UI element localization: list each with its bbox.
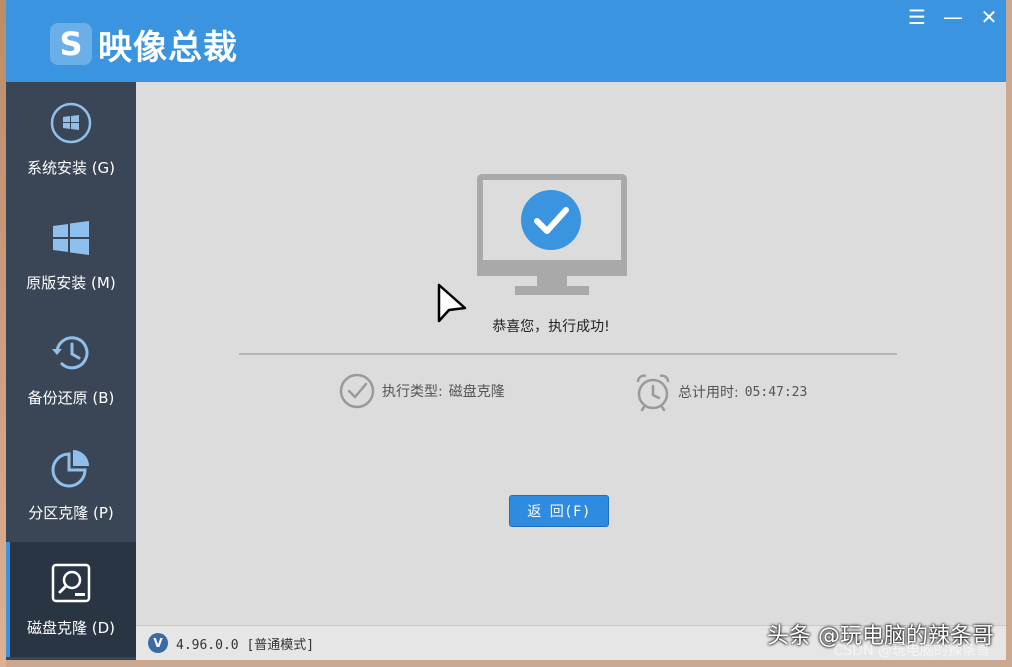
sidebar-item-label: 系统安装 (G)	[26, 159, 116, 177]
total-time-info: 总计用时: 05:47:23	[634, 372, 807, 412]
pie-chart-icon	[51, 450, 89, 488]
logo-icon: S	[50, 23, 92, 65]
sidebar-item-label: 磁盘克隆 (D)	[26, 619, 116, 637]
sidebar-item-partition-clone[interactable]: 分区克隆 (P)	[6, 427, 136, 542]
sidebar-item-label: 原版安装 (M)	[26, 274, 116, 292]
windows-logo-icon	[53, 221, 89, 255]
windows-circle-icon	[50, 102, 92, 144]
sidebar-item-label: 分区克隆 (P)	[28, 504, 114, 522]
sidebar-item-backup-restore[interactable]: 备份还原 (B)	[6, 312, 136, 427]
close-button[interactable]: ✕	[978, 6, 1000, 28]
divider	[239, 353, 897, 355]
back-button[interactable]: 返 回(F)	[509, 495, 609, 527]
sidebar-item-system-install[interactable]: 系统安装 (G)	[6, 82, 136, 197]
total-time-value: 05:47:23	[744, 384, 808, 400]
mouse-cursor-icon	[437, 283, 467, 323]
exec-type-label: 执行类型:	[382, 384, 443, 400]
exec-type-info: 执行类型: 磁盘克隆	[338, 372, 505, 410]
title-bar: S 映像总裁 ☰ — ✕	[6, 0, 1006, 82]
monitor-success-icon	[477, 174, 627, 295]
app-logo: S 映像总裁	[50, 22, 238, 68]
sidebar-item-label: 备份还原 (B)	[27, 389, 115, 407]
alarm-clock-icon	[636, 374, 670, 412]
check-circle-icon	[339, 373, 375, 409]
window-controls: ☰ — ✕	[906, 6, 1000, 28]
minimize-button[interactable]: —	[942, 6, 964, 28]
version-text: 4.96.0.0 [普通模式]	[176, 637, 315, 653]
total-time-label: 总计用时:	[678, 385, 739, 401]
sidebar-item-disk-clone[interactable]: 磁盘克隆 (D)	[6, 542, 136, 657]
app-title: 映像总裁	[98, 27, 238, 68]
success-message: 恭喜您，执行成功!	[492, 319, 610, 335]
watermark-subtext: CSDN @玩电脑的辣条哥	[833, 643, 990, 659]
menu-icon[interactable]: ☰	[906, 6, 928, 28]
main-panel: 恭喜您，执行成功! 执行类型: 磁盘克隆 总计用时: 05:47:23 返 回(…	[136, 82, 1006, 625]
backup-clock-icon	[52, 336, 89, 370]
disk-search-icon	[51, 563, 91, 603]
version-icon: V	[148, 633, 168, 653]
sidebar-item-original-install[interactable]: 原版安装 (M)	[6, 197, 136, 312]
exec-type-value: 磁盘克隆	[448, 384, 505, 400]
sidebar: 系统安装 (G) 原版安装 (M) 备份还原 (B) 分区克隆 (P) 磁盘克隆…	[6, 82, 136, 660]
app-window: S 映像总裁 ☰ — ✕ 系统安装 (G) 原版安装 (M) 备份还原 (B) …	[6, 0, 1006, 660]
